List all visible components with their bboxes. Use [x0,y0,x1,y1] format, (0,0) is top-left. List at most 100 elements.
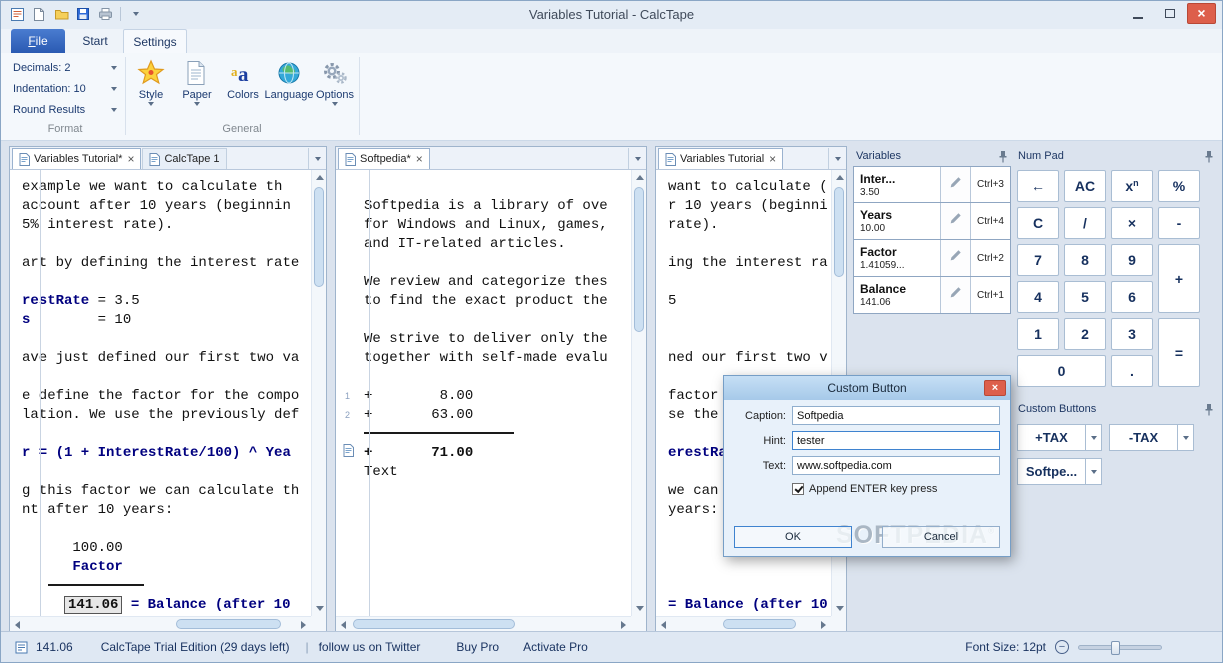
variable-row[interactable]: Inter... 3.50 Ctrl+3 [853,166,1011,203]
dialog-close-button[interactable]: × [984,380,1006,396]
format-dropdown[interactable]: Round Results [11,99,119,120]
document-tab[interactable]: Variables Tutorial × [658,148,784,169]
numpad-key[interactable]: xn [1111,170,1153,202]
format-dropdown[interactable]: Indentation: 10 [11,78,119,99]
numpad-key[interactable]: 3 [1111,318,1153,350]
horizontal-scrollbar[interactable] [10,616,311,631]
edit-variable-button[interactable] [940,240,970,276]
numpad-key[interactable]: 8 [1064,244,1106,276]
tab-close-icon[interactable]: × [127,153,134,165]
scrollbar-thumb[interactable] [175,619,281,629]
numpad-key[interactable]: 5 [1064,281,1106,313]
numpad-key[interactable]: 6 [1111,281,1153,313]
numpad-key[interactable]: 9 [1111,244,1153,276]
tab-list-dropdown[interactable] [628,148,646,169]
font-size-slider-thumb[interactable] [1111,640,1120,655]
open-folder-icon[interactable] [53,6,69,22]
scrollbar-thumb[interactable] [722,619,796,629]
numpad-key[interactable]: . [1111,355,1153,387]
tab-settings[interactable]: Settings [123,29,187,54]
document-tab[interactable]: Softpedia* × [338,148,430,169]
document-area[interactable]: Softpedia is a library of ove for Windows… [336,170,631,616]
font-size-slider[interactable] [1078,640,1162,655]
dialog-field-input[interactable] [792,456,1000,475]
append-enter-checkbox[interactable] [792,483,804,495]
options-button[interactable]: Options [313,55,357,121]
numpad-key[interactable]: AC [1064,170,1106,202]
style-button[interactable]: Style [129,55,173,121]
cancel-button[interactable]: Cancel [882,526,1000,548]
scrollbar-thumb[interactable] [314,187,324,287]
paper-button[interactable]: Paper [175,55,219,121]
status-result: 141.06 [36,640,73,654]
custom-button-dropdown[interactable] [1177,424,1194,451]
document-line: want to calculate ( [668,179,828,195]
activate-pro-link[interactable]: Activate Pro [523,640,588,654]
variable-row[interactable]: Balance 141.06 Ctrl+1 [853,277,1011,314]
numpad-key[interactable]: 1 [1017,318,1059,350]
tab-start[interactable]: Start [71,29,119,53]
horizontal-scrollbar[interactable] [656,616,831,631]
custom-button-main[interactable]: Softpe... [1017,458,1085,485]
custom-button-dropdown[interactable] [1085,458,1102,485]
font-size-decrease-icon[interactable]: − [1055,640,1069,654]
numpad-key[interactable]: 0 [1017,355,1106,387]
vertical-scrollbar[interactable] [311,170,326,616]
horizontal-scrollbar[interactable] [336,616,631,631]
document-line: nt after 10 years: [22,502,174,518]
variable-value: 3.50 [860,186,880,198]
vertical-scrollbar[interactable] [631,170,646,616]
edit-variable-button[interactable] [940,167,970,202]
custom-button-main[interactable]: -TAX [1109,424,1177,451]
numpad-key[interactable]: 2 [1064,318,1106,350]
tab-file[interactable]: File [11,29,65,53]
numpad-key[interactable]: × [1111,207,1153,239]
ok-button[interactable]: OK [734,526,852,548]
numpad-key[interactable]: - [1158,207,1200,239]
tab-list-dropdown[interactable] [828,148,846,169]
document-tab[interactable]: Variables Tutorial* × [12,148,142,169]
numpad-key[interactable]: / [1064,207,1106,239]
variable-row[interactable]: Factor 1.41059... Ctrl+2 [853,240,1011,277]
dialog-field-input[interactable] [792,431,1000,450]
tab-close-icon[interactable]: × [769,153,776,165]
save-icon[interactable] [75,6,91,22]
numpad-key[interactable]: + [1158,244,1200,313]
new-document-icon[interactable] [31,6,47,22]
minimize-button[interactable] [1123,3,1152,24]
variable-row[interactable]: Years 10.00 Ctrl+4 [853,203,1011,240]
scrollbar-thumb[interactable] [834,187,844,277]
tab-list-dropdown[interactable] [308,148,326,169]
format-dropdown[interactable]: Decimals: 2 [11,57,119,78]
colors-button[interactable]: aa Colors [221,55,265,121]
pin-panel-icon[interactable] [1204,150,1214,163]
numpad-key[interactable]: 4 [1017,281,1059,313]
dialog-field-input[interactable] [792,406,1000,425]
numpad-key[interactable]: = [1158,318,1200,387]
numpad-key[interactable]: ← [1017,170,1059,202]
custom-button-main[interactable]: +TAX [1017,424,1085,451]
scrollbar-thumb[interactable] [634,187,644,332]
pin-panel-icon[interactable] [1204,403,1214,416]
twitter-link[interactable]: follow us on Twitter [319,640,421,654]
edit-variable-button[interactable] [940,277,970,313]
numpad-key[interactable]: 7 [1017,244,1059,276]
buy-pro-link[interactable]: Buy Pro [456,640,499,654]
language-button[interactable]: Language [265,55,313,121]
print-icon[interactable] [97,6,113,22]
document-tab[interactable]: CalcTape 1 [142,148,227,169]
close-button[interactable]: × [1187,3,1216,24]
edit-variable-button[interactable] [940,203,970,239]
document-area[interactable]: example we want to calculate th account a… [10,170,311,616]
maximize-button[interactable] [1155,3,1184,24]
numpad-key[interactable]: C [1017,207,1059,239]
dialog-titlebar[interactable]: Custom Button × [724,376,1010,400]
scrollbar-thumb[interactable] [353,619,516,629]
numpad-key[interactable]: % [1158,170,1200,202]
quick-access-dropdown-icon[interactable] [128,6,144,22]
custom-button-dropdown[interactable] [1085,424,1102,451]
tab-close-icon[interactable]: × [416,153,423,165]
pin-panel-icon[interactable] [998,150,1008,163]
scroll-down-icon [836,606,844,611]
dropdown-arrow-icon [111,65,117,70]
